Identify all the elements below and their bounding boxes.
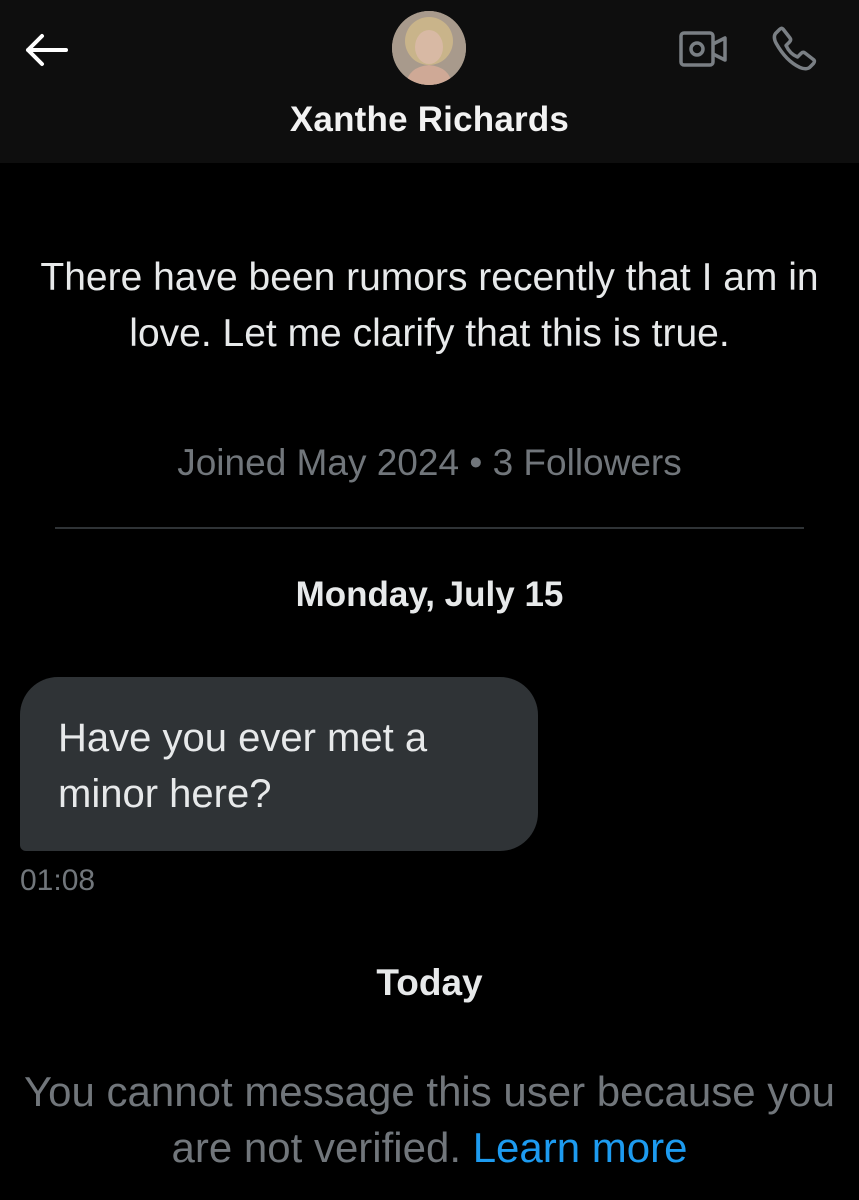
- arrow-left-icon: [26, 34, 68, 66]
- today-separator: Today: [376, 962, 483, 1003]
- divider: [55, 527, 804, 529]
- dm-conversation-screen: Xanthe Richards There have been rumors r…: [0, 0, 859, 1200]
- notice-text: You cannot message this user because you…: [24, 1068, 835, 1171]
- profile-photo: [392, 11, 466, 85]
- learn-more-link[interactable]: Learn more: [473, 1124, 688, 1171]
- followers-count[interactable]: 3 Followers: [493, 442, 682, 483]
- joined-date: Joined May 2024: [177, 442, 460, 483]
- contact-name: Xanthe Richards: [289, 100, 570, 139]
- video-call-button[interactable]: [676, 26, 730, 72]
- avatar[interactable]: [392, 11, 466, 85]
- conversation-header: Xanthe Richards: [0, 0, 859, 163]
- date-separator: Monday, July 15: [295, 575, 564, 614]
- back-button[interactable]: [22, 26, 70, 74]
- meta-separator: •: [469, 442, 483, 483]
- cannot-message-notice: You cannot message this user because you…: [20, 1064, 839, 1176]
- video-camera-icon: [679, 31, 727, 67]
- phone-icon: [772, 26, 817, 71]
- profile-bio: There have been rumors recently that I a…: [40, 256, 819, 355]
- profile-meta: Joined May 2024 • 3 Followers: [0, 442, 859, 484]
- received-message-bubble[interactable]: Have you ever met a minor here?: [20, 677, 538, 851]
- voice-call-button[interactable]: [766, 22, 822, 76]
- message-timestamp: 01:08: [20, 864, 96, 897]
